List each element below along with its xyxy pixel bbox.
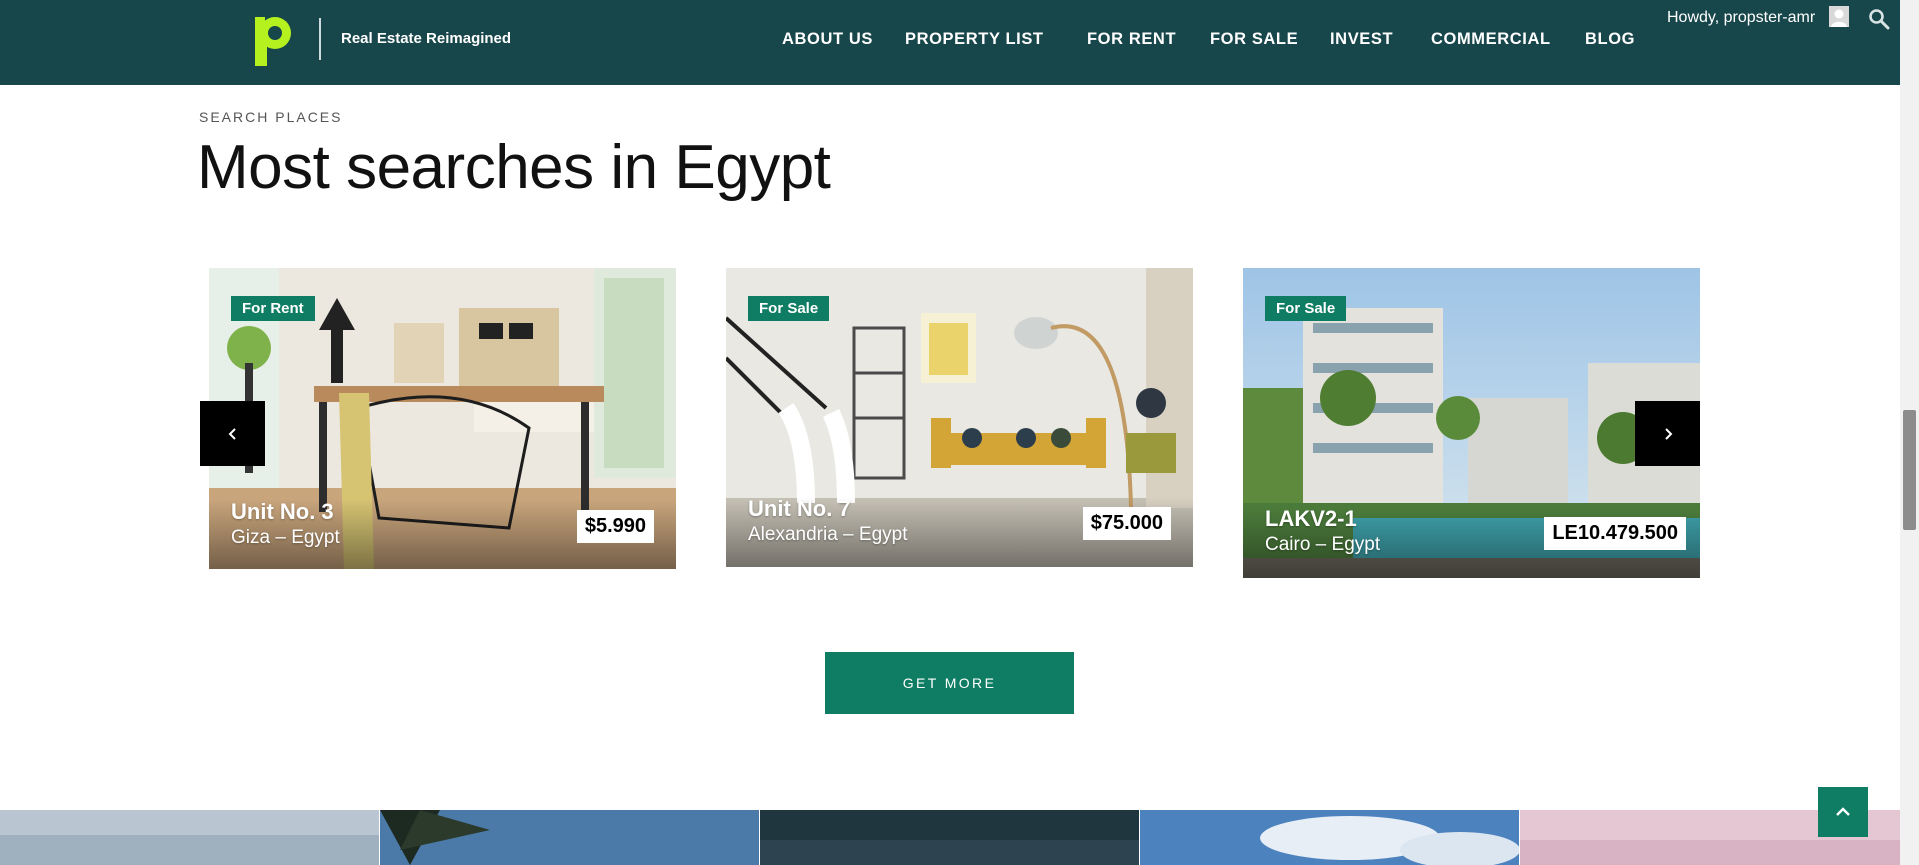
chevron-right-icon (1664, 427, 1672, 440)
section-eyebrow: SEARCH PLACES (199, 109, 343, 125)
property-location: Cairo – Egypt (1265, 534, 1381, 555)
property-card[interactable]: For Sale Unit No. 7 Alexandria – Egypt $… (726, 268, 1193, 567)
nav-commercial[interactable]: COMMERCIAL (1431, 30, 1551, 49)
section-title: Most searches in Egypt (197, 133, 831, 202)
search-icon[interactable] (1868, 8, 1890, 30)
nav-invest[interactable]: INVEST (1330, 30, 1393, 49)
nav-blog[interactable]: BLOG (1585, 30, 1635, 49)
property-name[interactable]: LAKV2-1 (1265, 506, 1357, 532)
chevron-up-icon (1836, 807, 1850, 816)
gallery-image[interactable] (0, 810, 379, 865)
nav-for-rent[interactable]: FOR RENT (1087, 30, 1176, 49)
status-badge: For Sale (1265, 296, 1347, 321)
nav-for-sale[interactable]: FOR SALE (1210, 30, 1298, 49)
gallery-image[interactable] (1140, 810, 1519, 865)
user-avatar-icon[interactable] (1829, 6, 1849, 27)
property-name[interactable]: Unit No. 3 (231, 499, 334, 525)
chevron-left-icon (228, 427, 236, 440)
carousel-prev-button[interactable] (200, 401, 265, 466)
site-header: Real Estate Reimagined ABOUT US PROPERTY… (0, 0, 1900, 85)
carousel-next-button[interactable] (1635, 401, 1700, 466)
scrollbar-thumb[interactable] (1903, 410, 1916, 530)
page-scrollbar[interactable] (1900, 0, 1919, 865)
status-badge: For Rent (231, 296, 315, 321)
property-price: $75.000 (1082, 507, 1171, 540)
property-location: Giza – Egypt (231, 527, 340, 548)
back-to-top-button[interactable] (1818, 787, 1868, 837)
property-card[interactable]: For Rent Unit No. 3 Giza – Egypt $5.990 (209, 268, 676, 569)
nav-property-list[interactable]: PROPERTY LIST (905, 30, 1044, 49)
property-card[interactable]: For Sale LAKV2-1 Cairo – Egypt LE10.479.… (1243, 268, 1700, 578)
logo-divider (319, 18, 321, 60)
gallery-image[interactable] (380, 810, 759, 865)
property-price: LE10.479.500 (1544, 517, 1686, 550)
status-badge: For Sale (748, 296, 830, 321)
site-tagline: Real Estate Reimagined (341, 30, 512, 47)
gallery-image[interactable] (760, 810, 1139, 865)
user-greeting[interactable]: Howdy, propster-amr (1667, 9, 1815, 27)
property-location: Alexandria – Egypt (748, 524, 908, 545)
brand-logo[interactable] (252, 14, 294, 66)
property-price: $5.990 (576, 510, 654, 543)
property-name[interactable]: Unit No. 7 (748, 496, 851, 522)
nav-about-us[interactable]: ABOUT US (782, 30, 873, 49)
get-more-button[interactable]: GET MORE (825, 652, 1074, 714)
